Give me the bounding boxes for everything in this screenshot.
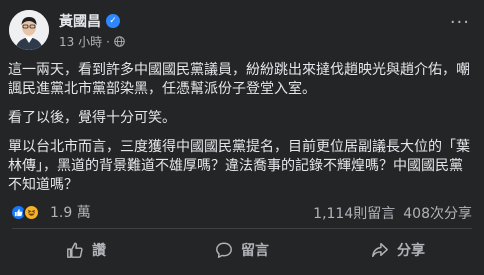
profile-photo — [9, 10, 49, 50]
comment-button-label: 留言 — [241, 243, 269, 259]
divider — [12, 228, 472, 229]
verified-badge-icon: ✓ — [106, 14, 120, 28]
author-name[interactable]: 黃國昌 — [59, 11, 101, 31]
reaction-count: 1.9 萬 — [50, 205, 91, 221]
post-timestamp[interactable]: 13 小時 — [59, 33, 102, 50]
post-body: 這一兩天，看到許多中國國民黨議員，紛紛跳出來撻伐趙映光與趙介佑，嘲諷民進黨北市黨… — [8, 61, 476, 205]
like-button[interactable]: 讚 — [8, 232, 164, 268]
comment-bubble-icon — [216, 242, 232, 258]
author-name-row: 黃國昌 ✓ — [59, 11, 120, 31]
facebook-post: 黃國昌 ✓ 13 小時 · ··· 這一兩天，看到許多中國國民黨議員，紛紛跳出來… — [0, 0, 484, 275]
meta-separator: · — [106, 34, 110, 49]
comment-button[interactable]: 留言 — [164, 232, 320, 268]
share-count[interactable]: 408次分享 — [403, 203, 472, 223]
share-button[interactable]: 分享 — [320, 232, 476, 268]
share-arrow-icon — [372, 242, 388, 258]
engagement-stats: 1,114則留言 408次分享 — [313, 203, 472, 223]
like-button-label: 讚 — [92, 243, 106, 259]
haha-icon — [23, 203, 40, 221]
post-paragraph-1: 這一兩天，看到許多中國國民黨議員，紛紛跳出來撻伐趙映光與趙介佑，嘲諷民進黨北市黨… — [8, 62, 470, 97]
post-paragraph-2: 看了以後，覺得十分可笑。 — [8, 110, 176, 126]
action-bar: 讚 留言 分享 — [8, 232, 476, 268]
comment-count[interactable]: 1,114則留言 — [313, 203, 395, 223]
post-paragraph-3: 單以台北市而言，三度獲得中國國民黨提名，目前更位居副議長大位的「葉林傳」，黑道的… — [8, 139, 470, 193]
more-options-icon[interactable]: ··· — [450, 14, 470, 32]
post-meta: 13 小時 · — [59, 33, 125, 50]
author-avatar[interactable] — [9, 10, 49, 50]
globe-icon — [114, 36, 125, 47]
reaction-summary[interactable]: 1.9 萬 — [10, 202, 91, 222]
share-button-label: 分享 — [397, 243, 425, 259]
thumbs-up-icon — [67, 242, 83, 258]
